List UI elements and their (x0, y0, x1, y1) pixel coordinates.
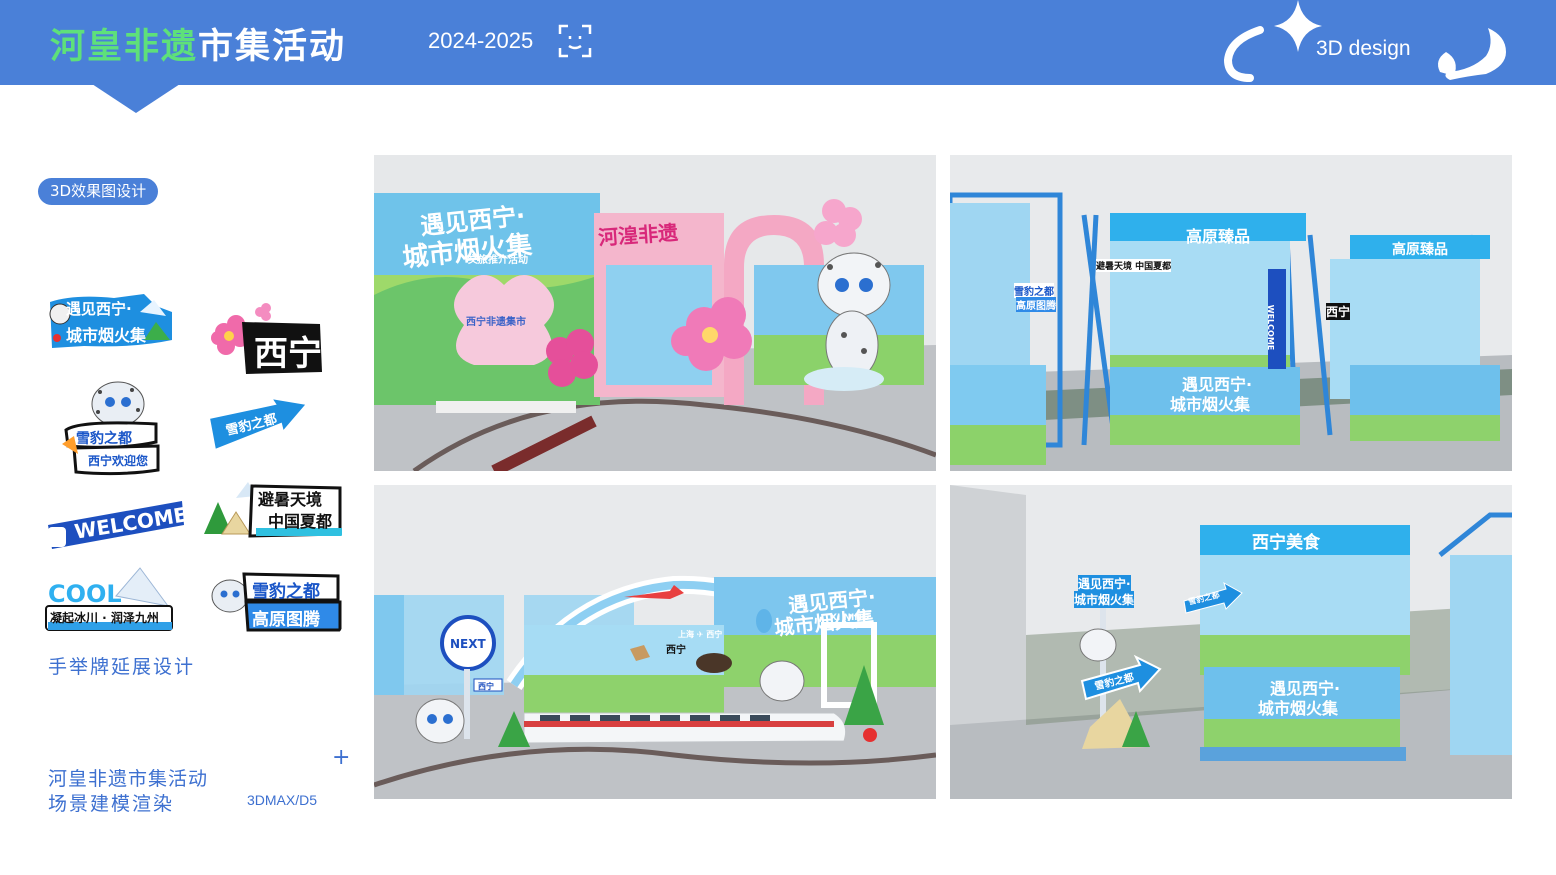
r2-left-sign-1: 雪豹之都 (1014, 283, 1054, 298)
r2-xining-sticker: 西宁 (1326, 303, 1351, 320)
r3-station-sign: 西宁 (478, 682, 494, 691)
sticker-7-line2: 凝起冰川 · 润泽九州 (50, 611, 159, 625)
sticker-7-line1: COOL (48, 580, 122, 608)
sticker-snow-leopard-welcome: 雪豹之都 西宁欢迎您 (60, 380, 162, 476)
r4-sign-top-1: 遇见西宁· (1078, 575, 1131, 592)
sticker-6-line2: 中国夏都 (268, 512, 333, 531)
r3-xining-cn: 西宁 (666, 645, 686, 656)
sticker-meet-xining: 遇见西宁· 城市烟火集 (44, 292, 176, 354)
sticker-cool: COOL 凝起冰川 · 润泽九州 (44, 566, 176, 632)
extension-design-label: 手举牌延展设计 (48, 656, 196, 678)
r2-welcome: WELCOME (1266, 304, 1276, 351)
r2-left-sign-2: 高原图腾 (1016, 297, 1056, 312)
sticker-3-line1: 雪豹之都 (76, 431, 132, 447)
sticker-8-line2: 高原图腾 (252, 610, 320, 630)
render-entrance-arch: 遇见西宁· 城市烟火集 文旅推介活动 河湟非遗 西宁非遗集市 (374, 155, 936, 471)
year-range: 2024-2025 (428, 28, 534, 53)
software-label: 3DMAX/D5 (247, 792, 318, 808)
r3-xining-en: XI NING (830, 613, 870, 623)
header-notch (92, 84, 180, 113)
sticker-6-line1: 避暑天境 (258, 490, 323, 509)
r2-booth-title-a: 高原臻品 (1186, 227, 1251, 246)
render-2-scene (950, 155, 1512, 471)
sticker-welcome: WELCOME (44, 497, 186, 551)
render-4-scene (950, 485, 1512, 799)
render-food-booth: 西宁美食 遇见西宁· 城市烟火集 遇见西宁· 城市烟火集 雪豹之都 雪豹之都 (950, 485, 1512, 799)
sticker-3-line2: 西宁欢迎您 (88, 454, 149, 468)
r1-heritage-sign: 河湟非遗 (597, 220, 679, 250)
r4-panel-line2: 城市烟火集 (1258, 699, 1339, 718)
r2-panel-line2: 城市烟火集 (1170, 395, 1251, 414)
r1-banner-sub: 文旅推介活动 (468, 255, 528, 266)
plus-icon: + (332, 745, 351, 770)
sticker-totem: 雪豹之都 高原图腾 (210, 570, 342, 634)
project-name: 河皇非遗市集活动 (48, 768, 209, 790)
sticker-2-text: 西宁 (254, 334, 322, 374)
design-label: 3D design (1316, 37, 1411, 60)
sticker-1-line1: 遇见西宁· (66, 300, 132, 318)
project-description: 场景建模渲染 (48, 793, 175, 815)
r4-sign-top-2: 城市烟火集 (1074, 591, 1135, 608)
sticker-1-line2: 城市烟火集 (66, 326, 147, 345)
r3-route: 上海 ✈ 西宁 (678, 630, 723, 639)
render-train-arch: NEXT 西宁 遇见西宁· 城市烟火集 上海 ✈ 西宁 XI NING 西宁 (374, 485, 936, 799)
sticker-8-line1: 雪豹之都 (252, 582, 320, 602)
render-booths: 高原臻品 高原臻品 遇见西宁· 城市烟火集 雪豹之都 高原图腾 避暑天境 中国夏… (950, 155, 1512, 471)
title-white: 市集活动 (198, 27, 347, 67)
r2-booth-title-b: 高原臻品 (1392, 242, 1448, 258)
face-scan-icon (558, 24, 592, 58)
r3-next-sign: NEXT (450, 637, 486, 651)
sticker-xining-flower: 西宁 (202, 302, 326, 378)
title-green: 河皇非遗 (50, 27, 199, 67)
sticker-summer-capital: 避暑天境 中国夏都 (196, 478, 344, 538)
section-pill: 3D效果图设计 (38, 178, 159, 205)
r2-side-sign: 避暑天境 中国夏都 (1096, 259, 1172, 272)
r4-booth-title: 西宁美食 (1252, 533, 1320, 553)
sticker-arrow-snow-leopard: 雪豹之都 (205, 398, 309, 456)
r1-flower-text: 西宁非遗集市 (466, 317, 526, 328)
page-title: 河皇非遗市集活动 (50, 18, 346, 69)
